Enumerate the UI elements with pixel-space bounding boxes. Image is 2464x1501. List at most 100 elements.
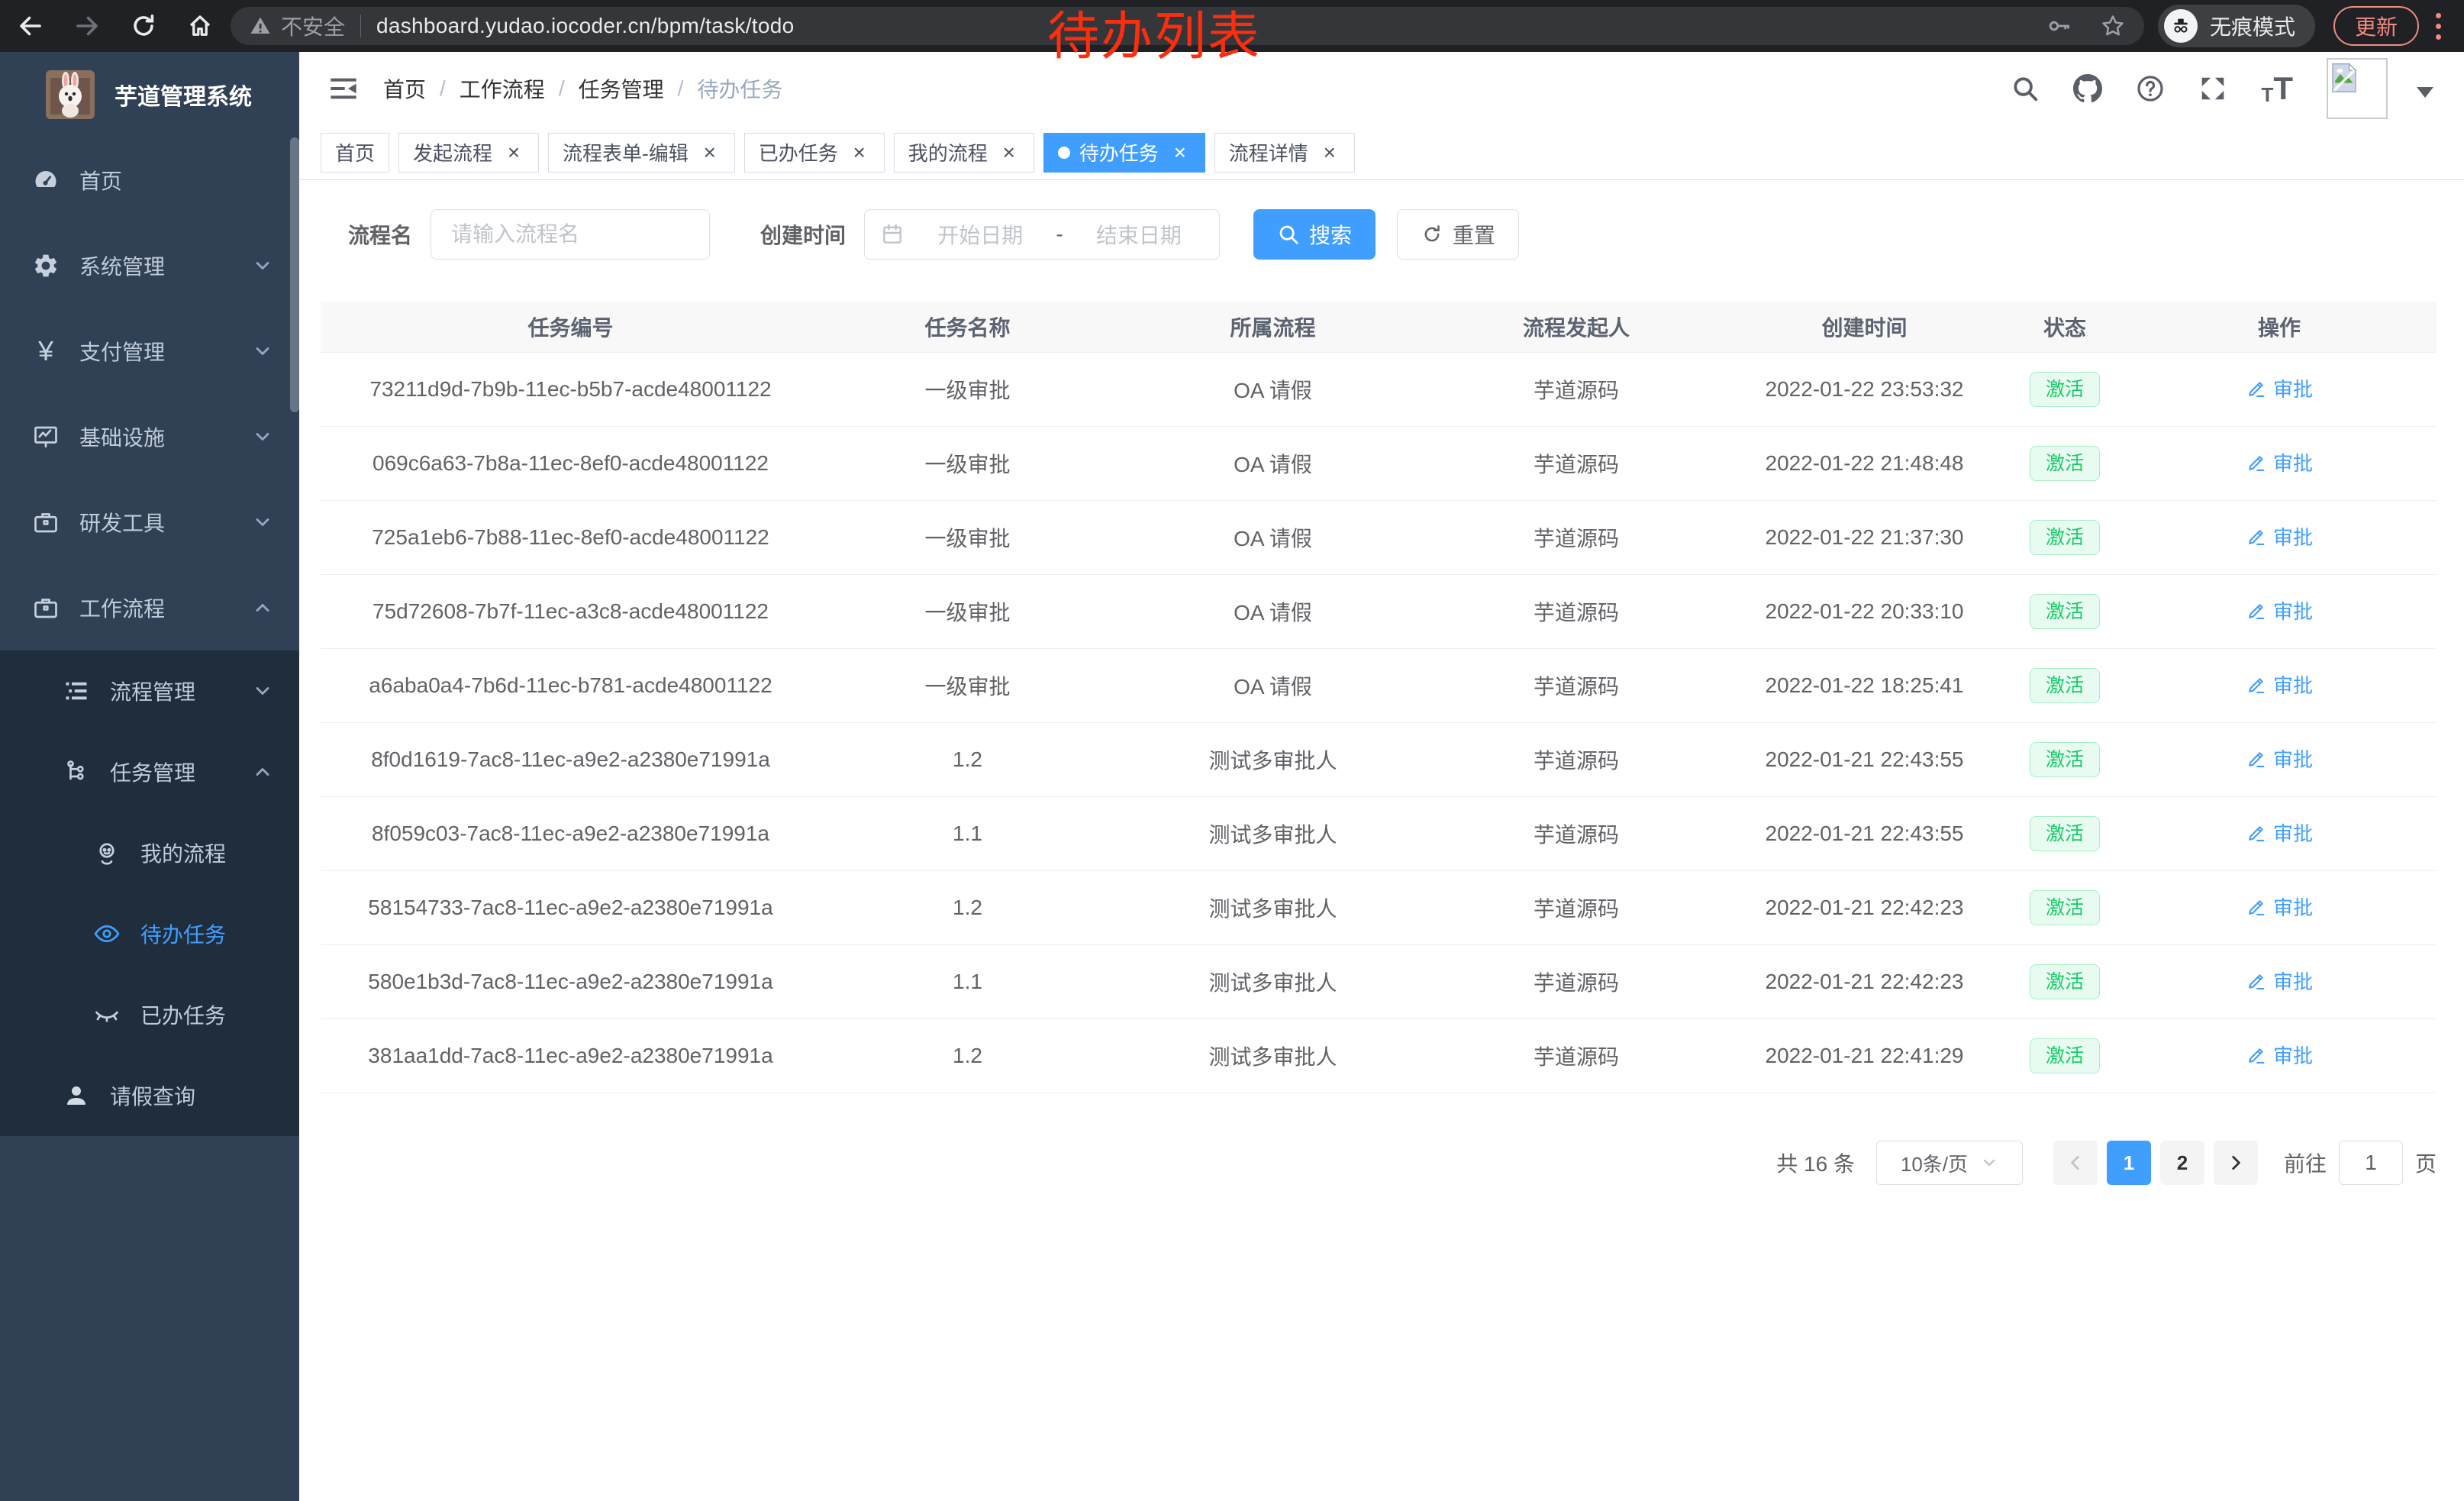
approve-button[interactable]: 审批	[2246, 967, 2313, 995]
sidebar-item-done-tasks[interactable]: 已办任务	[0, 974, 299, 1055]
sidebar-item-system[interactable]: 系统管理	[0, 223, 299, 308]
sidebar-item-todo-tasks[interactable]: 待办任务	[0, 893, 299, 974]
sidebar-item-my-process[interactable]: 我的流程	[0, 812, 299, 893]
password-key-icon[interactable]	[2046, 13, 2072, 39]
help-icon[interactable]	[2136, 74, 2165, 103]
app-logo-row: 芋道管理系统	[0, 52, 299, 137]
next-page-button[interactable]	[2214, 1141, 2258, 1185]
tab[interactable]: 待办任务	[1043, 133, 1205, 173]
browser-update-button[interactable]: 更新	[2333, 6, 2419, 46]
approve-button[interactable]: 审批	[2246, 893, 2313, 921]
sidebar-item-dev-tools[interactable]: 研发工具	[0, 479, 299, 565]
sidebar-scrollbar[interactable]	[290, 137, 299, 412]
cell-create-time: 2022-01-22 21:48:48	[1721, 451, 2008, 476]
browser-home-icon[interactable]	[186, 12, 214, 40]
table-row[interactable]: 580e1b3d-7ac8-11ec-a9e2-a2380e71991a 1.1…	[321, 945, 2437, 1019]
process-name-input[interactable]	[431, 209, 710, 260]
browser-forward-icon[interactable]	[73, 12, 101, 40]
date-range-picker[interactable]: 开始日期 - 结束日期	[864, 209, 1220, 260]
table-row[interactable]: a6aba0a4-7b6d-11ec-b781-acde48001122 一级审…	[321, 649, 2437, 723]
approve-button[interactable]: 审批	[2246, 374, 2313, 402]
cell-create-time: 2022-01-21 22:43:55	[1721, 747, 2008, 772]
table-row[interactable]: 73211d9d-7b9b-11ec-b5b7-acde48001122 一级审…	[321, 353, 2437, 427]
tab-close-icon[interactable]	[1319, 142, 1340, 163]
search-icon[interactable]	[2011, 74, 2040, 103]
approve-button[interactable]: 审批	[2246, 1041, 2313, 1069]
tab[interactable]: 已办任务	[744, 133, 885, 173]
sidebar-item-task-management[interactable]: 任务管理	[0, 731, 299, 812]
tab-close-icon[interactable]	[849, 142, 870, 163]
cell-task-id: 069c6a63-7b8a-11ec-8ef0-acde48001122	[321, 451, 821, 476]
cell-starter: 芋道源码	[1431, 522, 1721, 553]
avatar-dropdown-icon[interactable]	[2417, 87, 2433, 98]
approve-button[interactable]: 审批	[2246, 744, 2313, 773]
table-row[interactable]: 8f0d1619-7ac8-11ec-a9e2-a2380e71991a 1.2…	[321, 723, 2437, 797]
breadcrumb-workflow[interactable]: 工作流程	[460, 73, 545, 104]
sidebar-item-payment[interactable]: ¥ 支付管理	[0, 308, 299, 394]
cell-starter: 芋道源码	[1431, 818, 1721, 849]
table-row[interactable]: 725a1eb6-7b88-11ec-8ef0-acde48001122 一级审…	[321, 501, 2437, 575]
tab[interactable]: 流程表单-编辑	[548, 133, 735, 173]
browser-menu-icon[interactable]	[2433, 10, 2444, 43]
sidebar-menu: 首页 系统管理 ¥ 支付管理 基础设施	[0, 137, 299, 1136]
edit-pen-icon	[2246, 674, 2267, 696]
github-icon[interactable]	[2073, 74, 2102, 103]
font-size-icon[interactable]: TT	[2261, 73, 2293, 105]
calendar-icon	[880, 222, 905, 247]
tab-close-icon[interactable]	[699, 142, 721, 163]
not-secure-warning-icon	[249, 15, 272, 37]
search-button[interactable]: 搜索	[1253, 209, 1376, 260]
table-row[interactable]: 75d72608-7b7f-11ec-a3c8-acde48001122 一级审…	[321, 575, 2437, 649]
table-row[interactable]: 381aa1dd-7ac8-11ec-a9e2-a2380e71991a 1.2…	[321, 1019, 2437, 1093]
status-badge: 激活	[2030, 816, 2100, 851]
table-header-row: 任务编号 任务名称 所属流程 流程发起人 创建时间 状态 操作	[321, 302, 2437, 353]
prev-page-button[interactable]	[2053, 1141, 2098, 1185]
table-row[interactable]: 8f059c03-7ac8-11ec-a9e2-a2380e71991a 1.1…	[321, 797, 2437, 871]
approve-button[interactable]: 审批	[2246, 448, 2313, 476]
edit-pen-icon	[2246, 526, 2267, 547]
sidebar-item-infrastructure[interactable]: 基础设施	[0, 394, 299, 479]
cell-process: OA 请假	[1114, 448, 1431, 479]
fullscreen-icon[interactable]	[2198, 74, 2227, 103]
sidebar-item-leave-query[interactable]: 请假查询	[0, 1055, 299, 1136]
sidebar-item-process-management[interactable]: 流程管理	[0, 650, 299, 731]
cell-process: OA 请假	[1114, 596, 1431, 627]
gear-icon	[32, 252, 60, 279]
omnibox-divider	[360, 15, 361, 37]
approve-button[interactable]: 审批	[2246, 818, 2313, 847]
avatar[interactable]	[2327, 58, 2388, 119]
cell-task-name: 1.2	[821, 747, 1114, 772]
breadcrumb-current: 待办任务	[697, 73, 782, 104]
cell-task-id: 8f059c03-7ac8-11ec-a9e2-a2380e71991a	[321, 822, 821, 846]
sidebar-fold-icon[interactable]	[328, 73, 359, 104]
tab-close-icon[interactable]	[998, 142, 1020, 163]
breadcrumb-task-management[interactable]: 任务管理	[579, 73, 664, 104]
cell-starter: 芋道源码	[1431, 374, 1721, 405]
tab[interactable]: 我的流程	[894, 133, 1034, 173]
table-row[interactable]: 58154733-7ac8-11ec-a9e2-a2380e71991a 1.2…	[321, 871, 2437, 945]
sidebar-item-workflow[interactable]: 工作流程	[0, 565, 299, 650]
bookmark-star-icon[interactable]	[2100, 13, 2126, 39]
tab[interactable]: 发起流程	[398, 133, 539, 173]
tab-close-icon[interactable]	[1169, 142, 1191, 163]
page-size-select[interactable]: 10条/页	[1876, 1141, 2023, 1185]
goto-page-input[interactable]	[2339, 1141, 2403, 1185]
tab[interactable]: 流程详情	[1214, 133, 1355, 173]
tab[interactable]: 首页	[321, 133, 389, 173]
overlay-annotation: 待办列表	[1047, 11, 1261, 63]
table-row[interactable]: 069c6a63-7b8a-11ec-8ef0-acde48001122 一级审…	[321, 427, 2437, 501]
approve-button[interactable]: 审批	[2246, 596, 2313, 625]
browser-reload-icon[interactable]	[130, 12, 157, 40]
page-button-1[interactable]: 1	[2107, 1141, 2151, 1185]
cell-task-name: 1.2	[821, 896, 1114, 920]
edit-pen-icon	[2246, 896, 2267, 918]
browser-back-icon[interactable]	[17, 12, 44, 40]
breadcrumb-home[interactable]: 首页	[383, 73, 426, 104]
reset-button[interactable]: 重置	[1397, 209, 1519, 260]
approve-button[interactable]: 审批	[2246, 670, 2313, 699]
page-button-2[interactable]: 2	[2160, 1141, 2204, 1185]
approve-button[interactable]: 审批	[2246, 522, 2313, 550]
sidebar-item-home[interactable]: 首页	[0, 137, 299, 223]
tab-close-icon[interactable]	[503, 142, 524, 163]
yen-icon: ¥	[32, 337, 60, 365]
